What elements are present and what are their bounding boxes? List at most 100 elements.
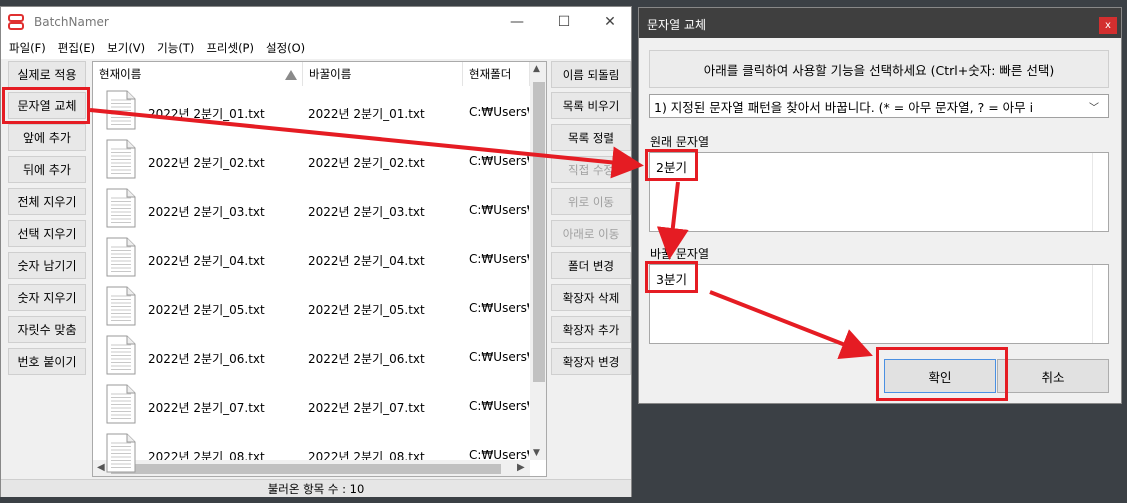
table-row[interactable]: 2022년 2분기_03.txt 2022년 2분기_03.txt C:₩Users… bbox=[93, 188, 530, 228]
empty-list-button[interactable]: 목록 비우기 bbox=[551, 92, 631, 119]
app-logo-icon bbox=[8, 14, 24, 30]
menu-tools[interactable]: 기능(T) bbox=[157, 40, 194, 56]
clear-all-button[interactable]: 전체 지우기 bbox=[8, 188, 86, 215]
scroll-right-icon[interactable]: ▶ bbox=[517, 462, 525, 473]
highlight-box-original bbox=[645, 149, 698, 181]
document-icon bbox=[106, 237, 136, 277]
menubar: 파일(F) 편집(E) 보기(V) 기능(T) 프리셋(P) 설정(O) bbox=[1, 37, 631, 59]
table-row[interactable]: 2022년 2분기_01.txt 2022년 2분기_01.txt C:₩Users… bbox=[93, 90, 530, 130]
cell-current-name: 2022년 2분기_05.txt bbox=[148, 303, 265, 317]
cell-current-name: 2022년 2분기_06.txt bbox=[148, 352, 265, 366]
original-string-label: 원래 문자열 bbox=[650, 135, 710, 149]
cell-folder: C:₩Users₩ bbox=[469, 252, 529, 266]
cell-new-name: 2022년 2분기_02.txt bbox=[308, 156, 425, 170]
pad-digits-button[interactable]: 자릿수 맞춤 bbox=[8, 316, 86, 343]
horizontal-scroll-thumb[interactable] bbox=[111, 464, 501, 474]
column-header-new[interactable]: 바꿀이름 bbox=[303, 62, 463, 86]
titlebar: BatchNamer — ☐ ✕ bbox=[1, 7, 631, 37]
cell-folder: C:₩Users₩ bbox=[469, 203, 529, 217]
cell-current-name: 2022년 2분기_02.txt bbox=[148, 156, 265, 170]
replace-string-scrollbar[interactable] bbox=[1092, 265, 1108, 343]
cell-new-name: 2022년 2분기_06.txt bbox=[308, 352, 425, 366]
numbering-button[interactable]: 번호 붙이기 bbox=[8, 348, 86, 375]
change-extension-button[interactable]: 확장자 변경 bbox=[551, 348, 631, 375]
cell-new-name: 2022년 2분기_03.txt bbox=[308, 205, 425, 219]
column-label: 현재이름 bbox=[99, 67, 142, 81]
delete-extension-button[interactable]: 확장자 삭제 bbox=[551, 284, 631, 311]
menu-file[interactable]: 파일(F) bbox=[9, 40, 46, 56]
scroll-down-icon[interactable]: ▼ bbox=[533, 448, 540, 458]
menu-edit[interactable]: 편집(E) bbox=[58, 40, 95, 56]
cell-current-name: 2022년 2분기_01.txt bbox=[148, 107, 265, 121]
cell-folder: C:₩Users₩ bbox=[469, 154, 529, 168]
add-extension-button[interactable]: 확장자 추가 bbox=[551, 316, 631, 343]
cell-folder: C:₩Users₩ bbox=[469, 399, 529, 413]
document-icon bbox=[106, 335, 136, 375]
replace-string-input[interactable]: 3분기 bbox=[649, 264, 1109, 344]
move-down-button[interactable]: 아래로 이동 bbox=[551, 220, 631, 247]
table-row[interactable]: 2022년 2분기_02.txt 2022년 2분기_02.txt C:₩Users… bbox=[93, 139, 530, 179]
document-icon bbox=[106, 90, 136, 130]
document-icon bbox=[106, 286, 136, 326]
document-icon bbox=[106, 188, 136, 228]
original-string-scrollbar[interactable] bbox=[1092, 153, 1108, 231]
scroll-left-icon[interactable]: ◀ bbox=[97, 462, 105, 473]
revert-names-button[interactable]: 이름 되돌림 bbox=[551, 61, 631, 88]
table-row[interactable]: 2022년 2분기_06.txt 2022년 2분기_06.txt C:₩Users… bbox=[93, 335, 530, 375]
direct-edit-button[interactable]: 직접 수정 bbox=[551, 156, 631, 183]
menu-preset[interactable]: 프리셋(P) bbox=[206, 40, 254, 56]
cell-current-name: 2022년 2분기_04.txt bbox=[148, 254, 265, 268]
change-folder-button[interactable]: 폴더 변경 bbox=[551, 252, 631, 279]
menu-settings[interactable]: 설정(O) bbox=[266, 40, 305, 56]
instruction-button[interactable]: 아래를 클릭하여 사용할 기능을 선택하세요 (Ctrl+숫자: 빠른 선택) bbox=[649, 50, 1109, 88]
column-label: 현재폴더 bbox=[469, 67, 512, 81]
keep-digits-button[interactable]: 숫자 남기기 bbox=[8, 252, 86, 279]
minimize-button[interactable]: — bbox=[494, 7, 540, 37]
document-icon bbox=[106, 384, 136, 424]
cell-current-name: 2022년 2분기_07.txt bbox=[148, 401, 265, 415]
main-window: BatchNamer — ☐ ✕ 파일(F) 편집(E) 보기(V) 기능(T)… bbox=[0, 6, 632, 497]
sort-up-icon bbox=[285, 70, 297, 80]
status-bar: 불러온 항목 수 : 10 bbox=[1, 479, 631, 497]
cell-folder: C:₩Users₩ bbox=[469, 350, 529, 364]
file-list[interactable]: 현재이름 바꿀이름 현재폴더 2022년 2분기_01.txt 2022년 2분기… bbox=[92, 61, 547, 477]
dialog-close-icon[interactable]: x bbox=[1099, 17, 1117, 34]
cell-new-name: 2022년 2분기_05.txt bbox=[308, 303, 425, 317]
chevron-down-icon[interactable]: ﹀ bbox=[1089, 99, 1099, 114]
cancel-button[interactable]: 취소 bbox=[997, 359, 1109, 393]
original-string-input[interactable]: 2분기 bbox=[649, 152, 1109, 232]
column-label: 바꿀이름 bbox=[309, 67, 352, 81]
table-row[interactable]: 2022년 2분기_07.txt 2022년 2분기_07.txt C:₩Users… bbox=[93, 384, 530, 424]
maximize-button[interactable]: ☐ bbox=[541, 7, 587, 37]
highlight-box-replace bbox=[645, 261, 698, 293]
clear-selected-button[interactable]: 선택 지우기 bbox=[8, 220, 86, 247]
append-button[interactable]: 뒤에 추가 bbox=[8, 156, 86, 183]
replace-string-label: 바꿀 문자열 bbox=[650, 247, 710, 261]
app-title: BatchNamer bbox=[34, 15, 109, 29]
vertical-scroll-thumb[interactable] bbox=[533, 82, 545, 382]
move-up-button[interactable]: 위로 이동 bbox=[551, 188, 631, 215]
column-header-folder[interactable]: 현재폴더 bbox=[463, 62, 530, 86]
cell-folder: C:₩Users₩ bbox=[469, 301, 529, 315]
sort-list-button[interactable]: 목록 정렬 bbox=[551, 124, 631, 151]
dialog-title: 문자열 교체 bbox=[647, 18, 707, 32]
prepend-button[interactable]: 앞에 추가 bbox=[8, 124, 86, 151]
cell-new-name: 2022년 2분기_07.txt bbox=[308, 401, 425, 415]
table-row[interactable]: 2022년 2분기_05.txt 2022년 2분기_05.txt C:₩Users… bbox=[93, 286, 530, 326]
menu-view[interactable]: 보기(V) bbox=[107, 40, 145, 56]
table-row[interactable]: 2022년 2분기_04.txt 2022년 2분기_04.txt C:₩Users… bbox=[93, 237, 530, 277]
highlight-box-replace-button bbox=[2, 87, 90, 124]
scroll-up-icon[interactable]: ▲ bbox=[533, 64, 540, 74]
remove-digits-button[interactable]: 숫자 지우기 bbox=[8, 284, 86, 311]
cell-new-name: 2022년 2분기_01.txt bbox=[308, 107, 425, 121]
mode-select[interactable]: 1) 지정된 문자열 패턴을 찾아서 바꿉니다. (* = 아무 문자열, ? … bbox=[649, 94, 1109, 118]
cell-current-name: 2022년 2분기_03.txt bbox=[148, 205, 265, 219]
column-header-current[interactable]: 현재이름 bbox=[93, 62, 303, 86]
dialog-titlebar: 문자열 교체 x bbox=[639, 8, 1121, 38]
apply-button[interactable]: 실제로 적용 bbox=[8, 61, 86, 88]
document-icon bbox=[106, 433, 136, 473]
cell-folder: C:₩Users₩ bbox=[469, 105, 529, 119]
close-button[interactable]: ✕ bbox=[587, 7, 633, 37]
cell-new-name: 2022년 2분기_04.txt bbox=[308, 254, 425, 268]
highlight-box-ok bbox=[876, 347, 1008, 401]
